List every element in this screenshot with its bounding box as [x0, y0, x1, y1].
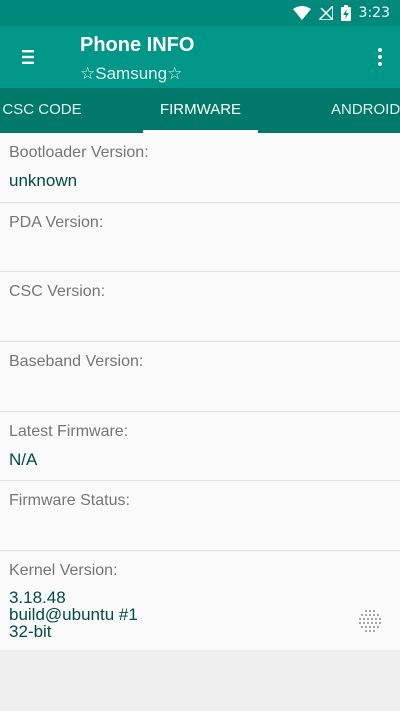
wifi-icon	[292, 6, 311, 20]
kernel-line: 3.18.48	[9, 588, 66, 608]
kernel-label: Kernel Version:	[9, 562, 118, 580]
hamburger-menu-icon[interactable]	[14, 44, 42, 70]
baseband-label: Baseband Version:	[9, 353, 144, 371]
fingerprint-icon[interactable]	[358, 609, 382, 638]
status-time: 3:23	[358, 5, 390, 21]
latest-firmware-label: Latest Firmware:	[9, 422, 129, 440]
more-vert-icon[interactable]	[370, 44, 390, 70]
info-row-csc: CSC Version:	[0, 272, 400, 343]
kernel-line: build@ubuntu #1	[9, 605, 138, 625]
latest-firmware-value: N/A	[9, 449, 38, 469]
bootloader-value: unknown	[9, 171, 78, 190]
firmware-info-list[interactable]: Bootloader Version: unknown PDA Version:…	[0, 133, 400, 711]
info-row-latest-firmware: Latest Firmware: N/A	[0, 412, 400, 482]
firmware-status-label: Firmware Status:	[9, 492, 130, 510]
info-row-kernel: Kernel Version: 3.18.48 build@ubuntu #1 …	[0, 551, 400, 640]
csc-label: CSC Version:	[9, 283, 106, 301]
info-row-bootloader: Bootloader Version: unknown	[0, 133, 400, 203]
info-row-pda: PDA Version:	[0, 203, 400, 273]
bottom-area	[0, 650, 400, 711]
kernel-value: 3.18.48 build@ubuntu #1 32-bit	[9, 589, 391, 640]
app-title: Phone INFO	[80, 34, 195, 56]
no-signal-icon	[318, 6, 333, 20]
tab-android[interactable]: ANDROID	[331, 88, 400, 133]
bootloader-label: Bootloader Version:	[9, 144, 149, 161]
tab-csc-code[interactable]: CSC CODE	[0, 88, 92, 133]
pda-label: PDA Version:	[9, 213, 104, 231]
info-row-firmware-status: Firmware Status:	[0, 481, 400, 552]
tab-firmware[interactable]: FIRMWARE	[143, 88, 258, 133]
info-row-baseband: Baseband Version:	[0, 342, 400, 412]
tab-bar: CSC CODE FIRMWARE ANDROID	[0, 88, 400, 133]
status-bar: 3:23	[0, 0, 400, 26]
app-bar: Phone INFO ☆Samsung☆	[0, 26, 400, 88]
app-subtitle: ☆Samsung☆	[80, 64, 183, 83]
battery-charging-icon	[340, 5, 351, 21]
kernel-line: 32-bit	[9, 622, 52, 642]
